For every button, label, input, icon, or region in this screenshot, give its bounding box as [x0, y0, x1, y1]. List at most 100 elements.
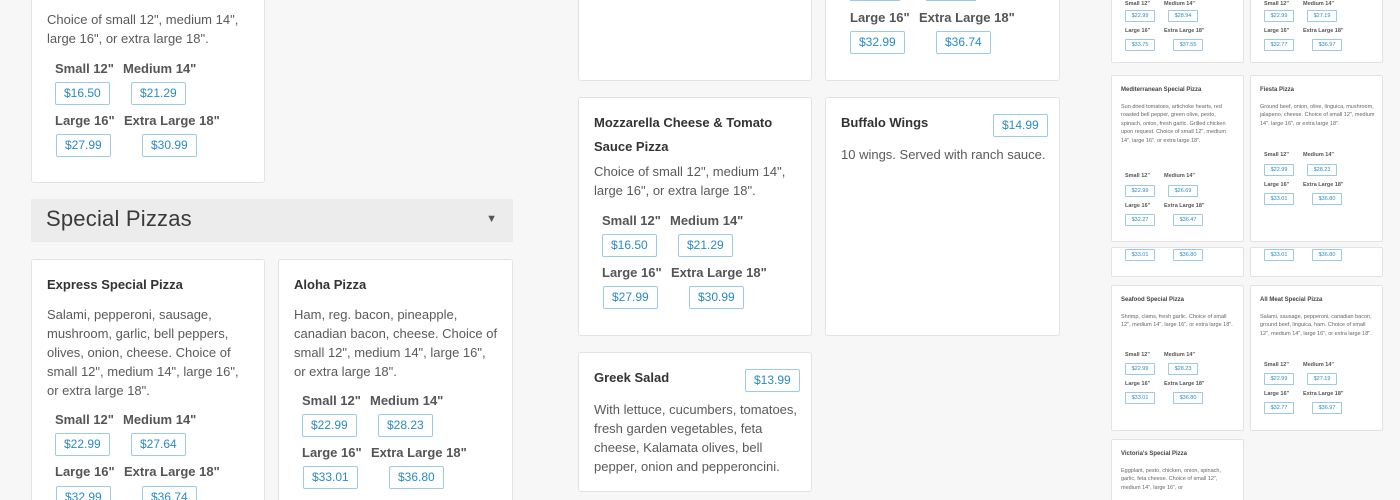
price-button-large[interactable]: $32.99 [56, 486, 111, 500]
item-title: Fiesta Pizza [1260, 87, 1295, 93]
size-label-medium: Medium 14" [123, 61, 197, 76]
price-button-large[interactable]: $33.01 [1125, 392, 1155, 404]
price-button-xlarge[interactable]: $36.80 [1173, 249, 1203, 261]
price-button-large[interactable]: $33.01 [1264, 249, 1294, 261]
item-title: Aloha Pizza [294, 277, 367, 292]
mini-card-fiesta: Fiesta Pizza Ground beef, onion, olive, … [1250, 75, 1383, 242]
item-title: Buffalo Wings [841, 115, 929, 130]
mini-card-top-a: Small 12" Medium 14" $22.99 $28.94 Large… [1111, 0, 1244, 63]
price-button-xlarge[interactable]: $36.47 [1173, 214, 1203, 226]
price-button-medium[interactable]: $28.23 [1307, 164, 1337, 176]
size-label-large: Large 16" [1264, 182, 1290, 188]
item-description: Ham, reg. bacon, pineapple, canadian bac… [294, 307, 498, 379]
size-label-small: Small 12" [1125, 1, 1150, 7]
mini-card-strip-b: $33.01 $36.80 [1250, 247, 1383, 277]
price-button-xlarge[interactable]: $30.99 [689, 286, 744, 309]
size-label-small: Small 12" [302, 393, 361, 408]
price-button-small[interactable]: $22.99 [1264, 373, 1294, 385]
price-button-large[interactable]: $27.99 [603, 286, 658, 309]
size-label-large: Large 16" [1125, 28, 1151, 34]
size-label-small: Small 12" [602, 213, 661, 228]
price-button-medium[interactable]: $21.29 [678, 234, 733, 257]
size-label-large: Large 16" [1125, 203, 1151, 209]
price-button-medium[interactable]: $28.23 [378, 414, 433, 437]
price-button-medium[interactable]: $27.64 [131, 433, 186, 456]
price-button-large[interactable]: $33.01 [303, 466, 358, 489]
price-button-large[interactable]: $33.01 [1125, 249, 1155, 261]
price-button-small[interactable]: $22.99 [1125, 10, 1155, 22]
size-label-small: Small 12" [1264, 362, 1289, 368]
price-button-xlarge[interactable]: $36.97 [1312, 39, 1342, 51]
price-button-medium[interactable]: $28.23 [1168, 363, 1198, 375]
price-button-small[interactable]: $22.99 [302, 414, 357, 437]
price-button-medium[interactable]: $28.94 [1168, 10, 1198, 22]
price-button-small[interactable]: $16.50 [55, 82, 110, 105]
item-description: Sun dried tomatoes, artichoke hearts, re… [1121, 104, 1226, 144]
price-button-partial-right [926, 0, 976, 1]
price-button-large[interactable]: $27.99 [56, 134, 111, 157]
item-description: Ground beef, onion, olive, linguica, mus… [1260, 104, 1375, 127]
menu-item-card-greek-salad: Greek Salad $13.99 With lettuce, cucumbe… [578, 352, 812, 492]
size-label-xlarge: Extra Large 18" [671, 265, 767, 280]
price-button-medium[interactable]: $26.69 [1168, 185, 1198, 197]
price-button-xlarge[interactable]: $36.80 [1173, 392, 1203, 404]
price-button-medium[interactable]: $21.29 [131, 82, 186, 105]
price-button-large[interactable]: $33.01 [1264, 193, 1294, 205]
price-button-large[interactable]: $32.99 [850, 31, 905, 54]
price-button-small[interactable]: $22.99 [1264, 164, 1294, 176]
price-button-xlarge[interactable]: $36.97 [1312, 402, 1342, 414]
price-button[interactable]: $14.99 [993, 114, 1048, 137]
size-label-medium: Medium 14" [1303, 362, 1335, 368]
price-button[interactable]: $13.99 [745, 369, 800, 392]
price-button-small[interactable]: $16.50 [602, 234, 657, 257]
price-button-xlarge[interactable]: $36.80 [389, 466, 444, 489]
item-description: Shrimp, clams, fresh garlic. Choice of s… [1121, 314, 1233, 329]
mini-card-all-meat: All Meat Special Pizza Salami, sausage, … [1250, 285, 1383, 431]
item-title: Seafood Special Pizza [1121, 297, 1185, 303]
item-title: Express Special Pizza [47, 277, 183, 292]
size-label-small: Small 12" [1264, 1, 1289, 7]
item-description: Choice of small 12", medium 14", large 1… [47, 12, 239, 46]
size-label-medium: Medium 14" [1164, 173, 1196, 179]
size-label-medium: Medium 14" [1164, 1, 1196, 7]
price-button-xlarge[interactable]: $36.74 [142, 486, 197, 500]
menu-item-card-top-blank [578, 0, 812, 81]
menu-item-card-express: Express Special Pizza Salami, pepperoni,… [31, 259, 265, 500]
price-button-xlarge[interactable]: $30.99 [142, 134, 197, 157]
section-title: Special Pizzas [46, 206, 192, 231]
size-label-xlarge: Extra Large 18" [124, 113, 220, 128]
section-header-special-pizzas[interactable]: Special Pizzas ▼ [31, 199, 513, 242]
price-button-large[interactable]: $32.77 [1264, 402, 1294, 414]
item-description: With lettuce, cucumbers, tomatoes, fresh… [594, 402, 798, 474]
price-button-xlarge[interactable]: $36.80 [1312, 249, 1342, 261]
mini-card-strip-a: $33.01 $36.80 [1111, 247, 1244, 277]
price-button-large[interactable]: $32.77 [1264, 39, 1294, 51]
chevron-down-icon[interactable]: ▼ [486, 213, 497, 225]
price-button-small[interactable]: $22.99 [1264, 10, 1294, 22]
item-description: Eggplant, pesto, chicken, onion, spinach… [1121, 468, 1221, 491]
price-button-medium[interactable]: $27.19 [1307, 373, 1337, 385]
size-label-xlarge: Extra Large 18" [371, 445, 467, 460]
size-label-xlarge: Extra Large 18" [124, 464, 220, 479]
size-label-xlarge: Extra Large 18" [1303, 182, 1344, 188]
size-label-large: Large 16" [55, 113, 115, 128]
size-label-large: Large 16" [1264, 391, 1290, 397]
item-title: All Meat Special Pizza [1260, 297, 1323, 303]
price-button-partial-left [850, 0, 900, 1]
mini-card-victoria: Victoria's Special Pizza Eggplant, pesto… [1111, 439, 1244, 500]
price-button-small[interactable]: $22.99 [1125, 363, 1155, 375]
price-button-small[interactable]: $22.99 [55, 433, 110, 456]
mini-card-mediterranean: Mediterranean Special Pizza Sun dried to… [1111, 75, 1244, 242]
size-label-medium: Medium 14" [123, 412, 197, 427]
price-button-xlarge[interactable]: $37.55 [1173, 39, 1203, 51]
price-button-large[interactable]: $32.27 [1125, 214, 1155, 226]
item-title: Victoria's Special Pizza [1121, 451, 1188, 457]
size-label-xlarge: Extra Large 18" [1303, 391, 1344, 397]
price-button-medium[interactable]: $27.19 [1307, 10, 1337, 22]
size-label-large: Large 16" [1125, 381, 1151, 387]
size-label-large: Large 16" [55, 464, 115, 479]
price-button-small[interactable]: $22.99 [1125, 185, 1155, 197]
price-button-xlarge[interactable]: $36.74 [936, 31, 991, 54]
price-button-large[interactable]: $33.75 [1125, 39, 1155, 51]
price-button-xlarge[interactable]: $36.80 [1312, 193, 1342, 205]
